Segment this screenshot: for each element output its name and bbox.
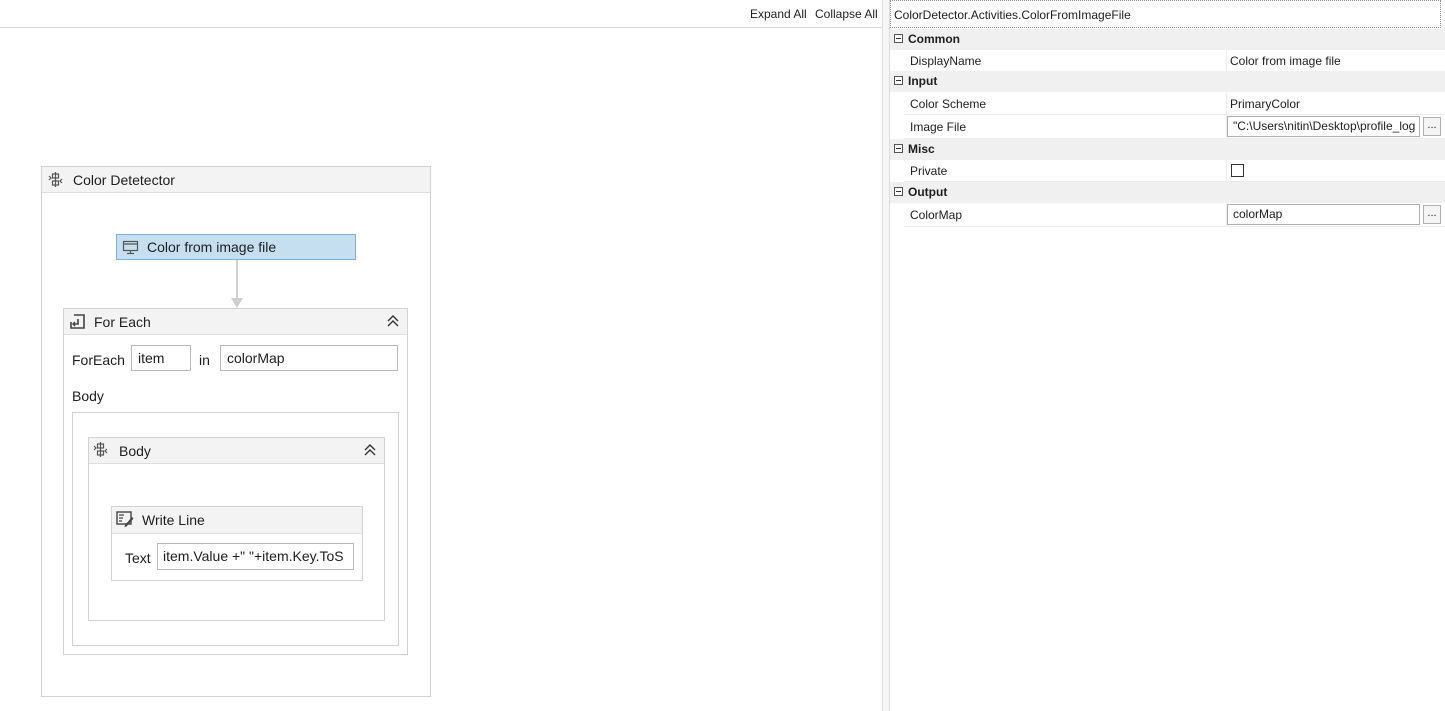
writeline-text-input[interactable]: item.Value +" "+item.Key.ToS (157, 543, 354, 570)
category-output[interactable]: Output (890, 182, 1445, 203)
collapse-icon[interactable] (385, 313, 401, 329)
property-value-cell[interactable]: PrimaryColor (1226, 93, 1445, 115)
properties-panel: ColorDetector.Activities.ColorFromImageF… (890, 0, 1445, 711)
expand-all-button[interactable]: Expand All (750, 7, 807, 21)
foreach-item-input[interactable]: item (131, 345, 191, 371)
property-row-displayname[interactable]: DisplayName Color from image file (904, 50, 1445, 72)
writeline-title: Write Line (142, 512, 205, 528)
writeline-text-label: Text (125, 550, 151, 566)
connector-arrow (231, 260, 243, 308)
writeline-icon (116, 511, 134, 531)
sequence-color-detetector[interactable]: Color Detetector Color from image file F… (41, 166, 431, 697)
property-value-cell[interactable]: Color from image file (1226, 50, 1445, 72)
collapse-icon[interactable] (894, 76, 903, 85)
displayname-value[interactable]: Color from image file (1230, 54, 1341, 68)
private-checkbox[interactable] (1231, 164, 1244, 177)
category-input-label: Input (908, 74, 938, 88)
property-name: Private (910, 164, 948, 178)
panel-splitter[interactable] (882, 0, 890, 711)
property-value-cell[interactable]: "C:\Users\nitin\Desktop\profile_log ... (1226, 115, 1445, 139)
collapse-icon[interactable] (894, 187, 903, 196)
foreach-collection-input[interactable]: colorMap (220, 345, 398, 371)
foreach-activity[interactable]: For Each ForEach item in colorMap Body B… (63, 308, 408, 655)
color-from-image-file-activity[interactable]: Color from image file (116, 234, 356, 260)
category-common[interactable]: Common (890, 29, 1445, 50)
colormap-ellipsis-button[interactable]: ... (1423, 205, 1441, 224)
colormap-input[interactable]: colorMap (1227, 204, 1420, 225)
category-misc[interactable]: Misc (890, 139, 1445, 160)
category-input[interactable]: Input (890, 71, 1445, 92)
collapse-icon[interactable] (894, 34, 903, 43)
writeline-header[interactable]: Write Line (112, 507, 362, 534)
property-row-color-scheme[interactable]: Color Scheme PrimaryColor (904, 93, 1445, 115)
property-name: Image File (910, 120, 967, 134)
designer-toolbar: Expand All Collapse All (0, 0, 882, 28)
category-misc-label: Misc (908, 142, 935, 156)
body-sequence[interactable]: Body Write Line Text item.Value +" "+ite… (88, 437, 385, 621)
in-label: in (199, 352, 210, 368)
sequence-header[interactable]: Color Detetector (42, 167, 430, 193)
property-value-cell[interactable] (1226, 160, 1445, 182)
property-row-private[interactable]: Private (904, 160, 1445, 182)
foreach-icon (68, 312, 86, 333)
category-output-label: Output (908, 185, 948, 199)
writeline-activity[interactable]: Write Line Text item.Value +" "+item.Key… (111, 506, 363, 581)
color-scheme-value[interactable]: PrimaryColor (1230, 97, 1300, 111)
image-file-ellipsis-button[interactable]: ... (1423, 117, 1441, 136)
property-row-colormap[interactable]: ColorMap colorMap ... (904, 203, 1445, 227)
collapse-icon[interactable] (894, 144, 903, 153)
activity-icon (122, 239, 139, 258)
collapse-icon[interactable] (362, 442, 378, 458)
sequence-icon (47, 171, 64, 191)
sequence-icon (92, 441, 109, 461)
color-activity-title: Color from image file (147, 239, 277, 255)
body-sequence-header[interactable]: Body (89, 438, 384, 464)
collapse-all-button[interactable]: Collapse All (815, 7, 878, 21)
property-name: Color Scheme (910, 97, 987, 111)
properties-title: ColorDetector.Activities.ColorFromImageF… (894, 8, 1131, 22)
property-row-image-file[interactable]: Image File "C:\Users\nitin\Desktop\profi… (904, 115, 1445, 139)
properties-title-bar: ColorDetector.Activities.ColorFromImageF… (890, 0, 1441, 28)
category-common-label: Common (908, 32, 960, 46)
body-sequence-title: Body (119, 443, 151, 459)
foreach-title: For Each (94, 314, 151, 330)
foreach-body-container: Body Write Line Text item.Value +" "+ite… (72, 412, 399, 646)
body-label: Body (72, 388, 104, 404)
property-value-cell[interactable]: colorMap ... (1226, 203, 1445, 227)
property-name: DisplayName (910, 54, 982, 68)
sequence-title: Color Detetector (73, 172, 175, 188)
workflow-designer: Expand All Collapse All Color Detetector (0, 0, 882, 711)
foreach-header[interactable]: For Each (64, 309, 407, 335)
foreach-label: ForEach (72, 352, 125, 368)
image-file-input[interactable]: "C:\Users\nitin\Desktop\profile_log (1227, 116, 1420, 137)
property-name: ColorMap (910, 208, 963, 222)
